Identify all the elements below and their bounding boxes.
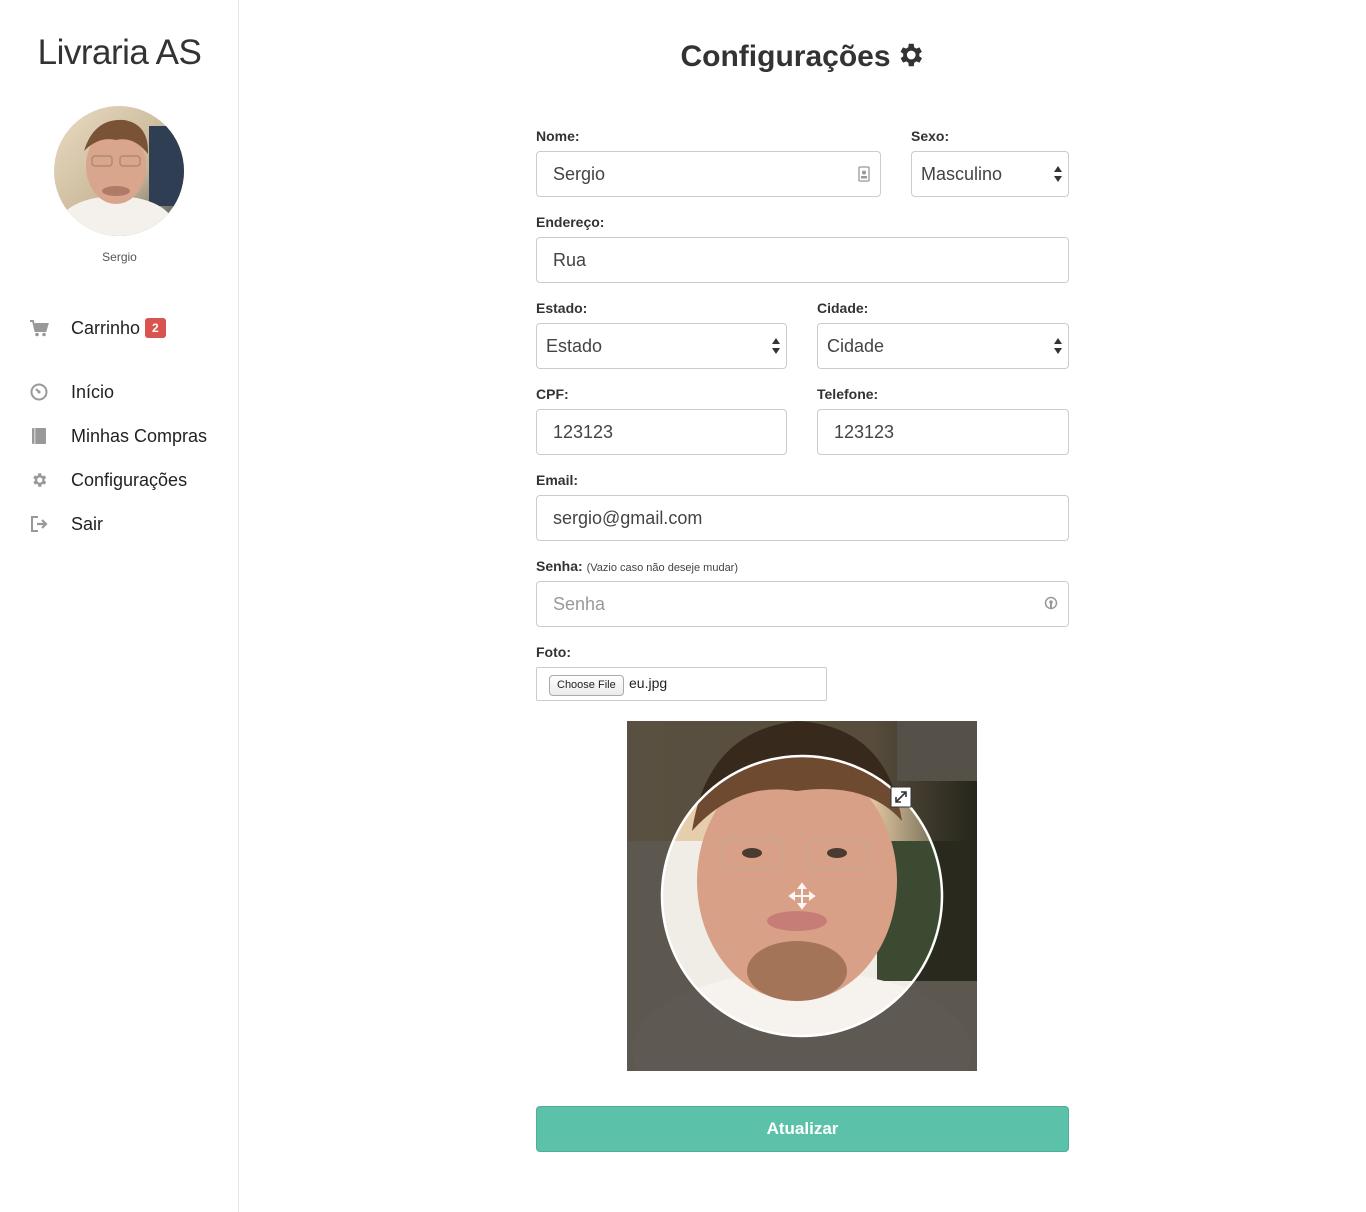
contact-card-icon — [858, 166, 870, 182]
password-key-icon — [1044, 596, 1058, 610]
avatar — [54, 106, 184, 236]
sidebar-item-sair[interactable]: Sair — [28, 511, 103, 537]
cart-icon — [28, 317, 50, 339]
gear-icon — [28, 469, 50, 491]
endereco-input[interactable]: Rua — [536, 237, 1069, 283]
file-input[interactable]: Choose File eu.jpg — [536, 667, 827, 701]
sign-out-icon — [28, 513, 50, 535]
sexo-label: Sexo: — [911, 128, 950, 144]
cpf-input[interactable]: 123123 — [536, 409, 787, 455]
nome-label: Nome: — [536, 128, 580, 144]
user-name: Sergio — [102, 250, 137, 264]
cart-count-badge: 2 — [145, 317, 166, 338]
sidebar-item-minhas-compras[interactable]: Minhas Compras — [28, 423, 207, 449]
senha-label: Senha: (Vazio caso não deseje mudar) — [536, 558, 739, 574]
sidebar-item-carrinho[interactable]: Carrinho 2 — [28, 315, 166, 341]
sidebar-item-label: Minhas Compras — [71, 425, 208, 446]
telefone-label: Telefone: — [817, 386, 879, 402]
endereco-label: Endereço: — [536, 214, 605, 230]
photo-cropper[interactable] — [627, 721, 977, 1071]
estado-select[interactable]: Estado — [536, 323, 787, 369]
brand-logo[interactable]: Livraria AS — [0, 33, 239, 73]
atualizar-button[interactable]: Atualizar — [536, 1106, 1069, 1152]
estado-label: Estado: — [536, 300, 588, 316]
email-label: Email: — [536, 472, 579, 488]
sidebar-item-label: Sair — [71, 513, 104, 534]
book-icon — [28, 425, 50, 447]
dashboard-icon — [28, 381, 50, 403]
sidebar: Livraria AS Sergio Carrinho 2 Início Min… — [0, 0, 239, 1212]
file-name: eu.jpg — [629, 675, 668, 691]
cidade-label: Cidade: — [817, 300, 869, 316]
resize-icon[interactable] — [890, 786, 912, 808]
sexo-select[interactable]: Masculino — [911, 151, 1069, 197]
sidebar-item-label: Início — [71, 381, 115, 402]
sidebar-item-label: Configurações — [71, 469, 188, 490]
nome-input[interactable]: Sergio — [536, 151, 881, 197]
select-arrows-icon — [1054, 166, 1062, 182]
cpf-label: CPF: — [536, 386, 569, 402]
email-input[interactable]: sergio@gmail.com — [536, 495, 1069, 541]
senha-hint: (Vazio caso não deseje mudar) — [586, 562, 739, 574]
cidade-select[interactable]: Cidade — [817, 323, 1069, 369]
sidebar-item-configuracoes[interactable]: Configurações — [28, 467, 187, 493]
gear-icon — [900, 43, 922, 67]
choose-file-button[interactable]: Choose File — [549, 675, 624, 696]
sidebar-item-label: Carrinho — [71, 317, 141, 338]
telefone-input[interactable]: 123123 — [817, 409, 1069, 455]
senha-input[interactable]: Senha — [536, 581, 1069, 627]
page-title: Configurações — [536, 40, 1069, 74]
select-arrows-icon — [772, 338, 780, 354]
foto-label: Foto: — [536, 644, 571, 660]
sidebar-item-inicio[interactable]: Início — [28, 379, 114, 405]
select-arrows-icon — [1054, 338, 1062, 354]
